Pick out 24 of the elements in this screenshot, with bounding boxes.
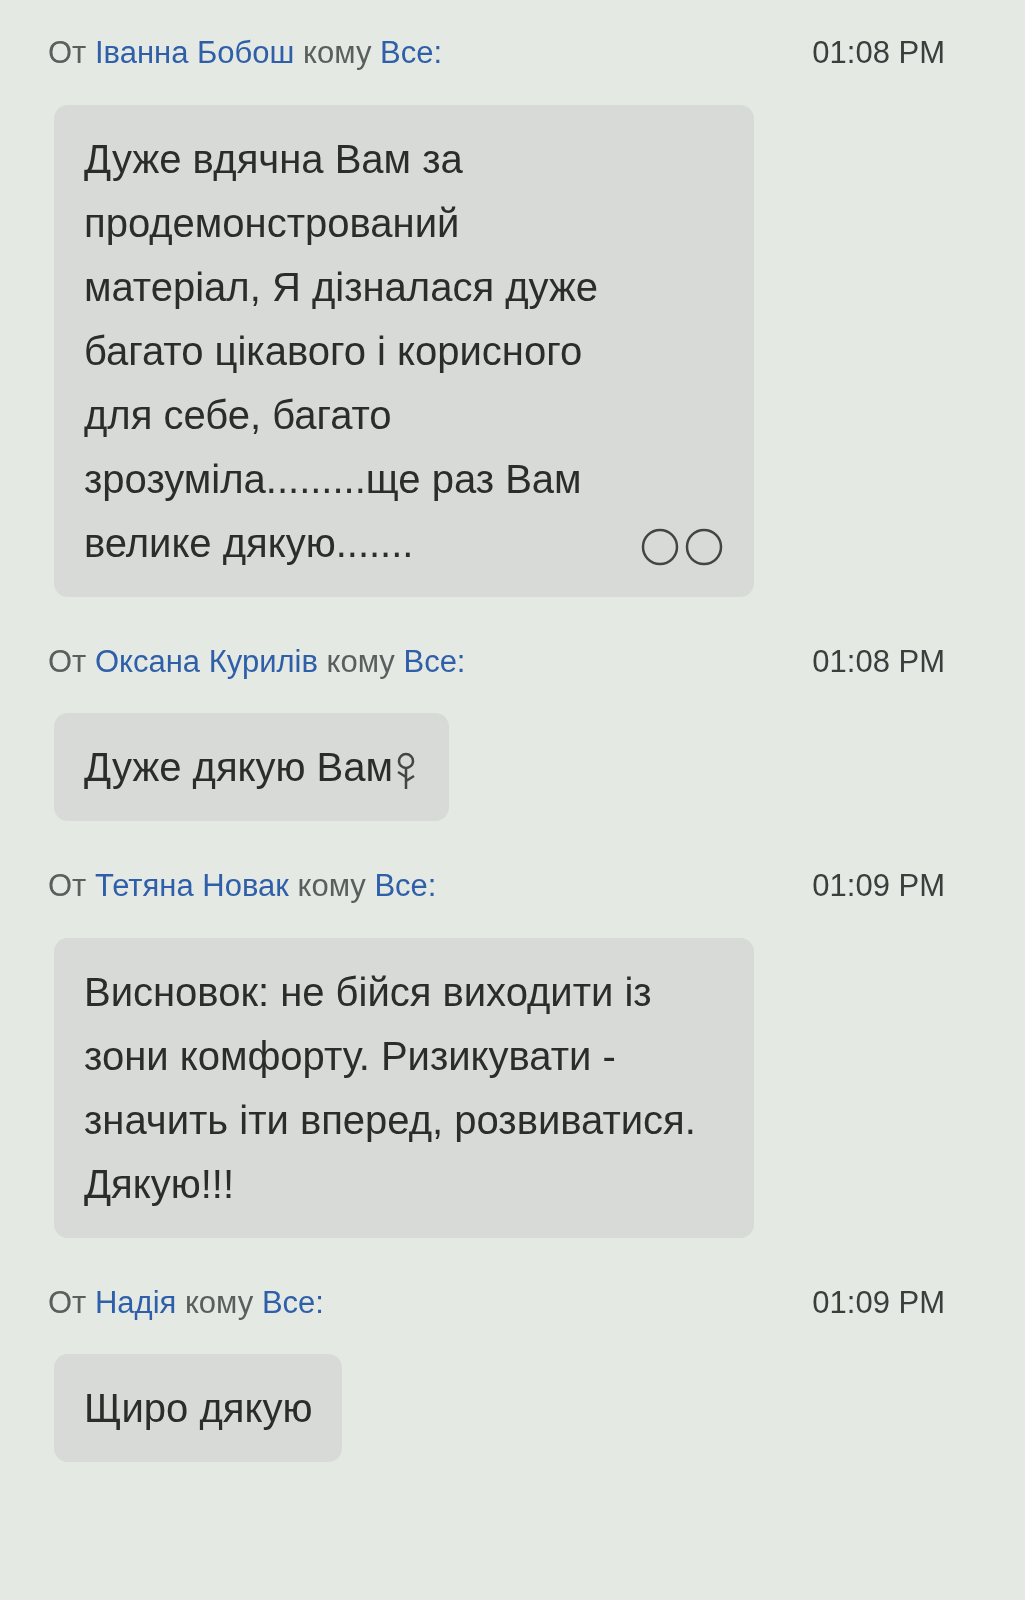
message-text: Дуже дякую Вам [84, 744, 394, 791]
from-label: От [48, 643, 87, 679]
recipient-name: Все: [403, 643, 466, 679]
message-text: Дуже вдячна Вам за продемонстрований матеріал, Я дізналася дуже багато цікавого і корисного для себе, багато зрозуміла.........ще раз Вам велике дякую....... [84, 135, 599, 567]
message-time: 01:08 PM [812, 642, 945, 681]
from-label: От [48, 35, 87, 70]
recipient-name: Все: [261, 1284, 324, 1320]
sender-name: Надія [94, 1284, 177, 1320]
to-label: кому [303, 35, 372, 70]
message-text: Висновок: не бійся виходити із зони комфорту. Ризикувати - значить іти вперед, розвиватися. Дякую!!! [84, 968, 697, 1208]
to-label: кому [297, 868, 366, 903]
recipient-name: Все: [374, 868, 437, 903]
message-time: 01:09 PM [812, 867, 945, 905]
message-text: Щиро дякую [84, 1385, 313, 1432]
from-label: От [48, 868, 87, 903]
sender-name: Іванна Бобош [94, 35, 295, 70]
sender-name: Тетяна Новак [94, 868, 289, 903]
from-label: От [48, 1284, 87, 1320]
sender-name: Оксана Курилів [94, 643, 318, 679]
to-label: кому [184, 1284, 254, 1320]
to-label: кому [326, 643, 395, 679]
message-time: 01:09 PM [812, 1283, 945, 1322]
message-time: 01:08 PM [812, 34, 945, 72]
recipient-name: Все: [380, 35, 443, 70]
